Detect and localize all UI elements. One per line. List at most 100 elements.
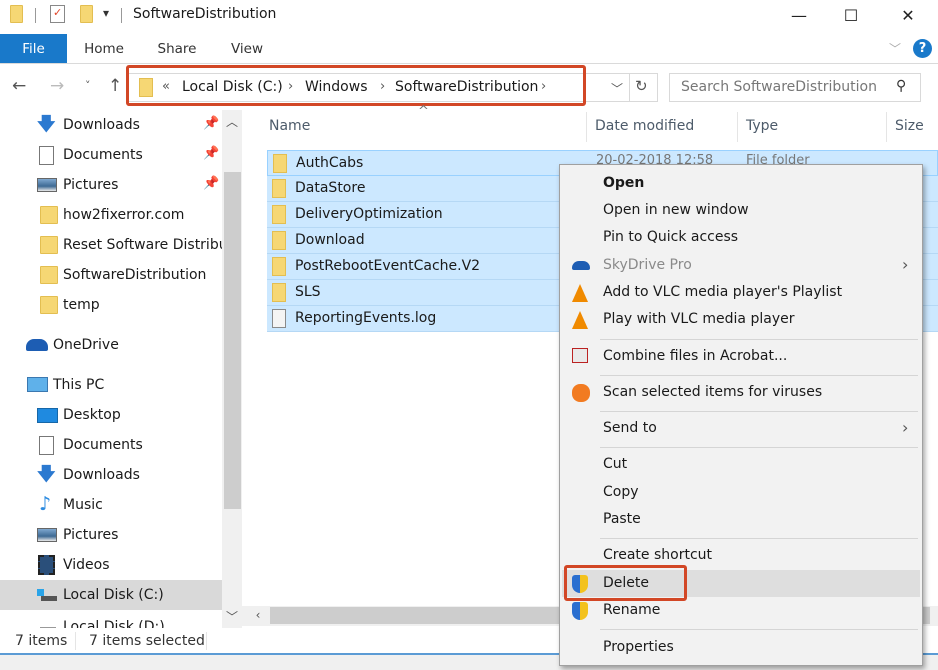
nav-label: OneDrive [53,337,119,353]
expand-ribbon-icon[interactable]: ﹀ [889,40,901,57]
address-dropdown-icon[interactable]: ﹀ [611,80,623,97]
search-placeholder: Search SoftwareDistribution [681,79,877,95]
divider [206,632,207,650]
nav-item-desktop[interactable]: Desktop [0,400,222,430]
download-arrow-icon: 🡇 [37,464,56,485]
tab-share[interactable]: Share [148,34,206,63]
menu-item-vlc-playlist[interactable]: Add to VLC media player's Playlist [562,279,920,306]
back-button[interactable]: ← [12,76,26,96]
documents-icon [39,436,54,455]
menu-label: Send to [603,420,657,436]
column-divider[interactable] [886,112,887,142]
avast-icon [572,384,590,402]
search-icon[interactable]: ⚲ [896,78,906,94]
folder-icon [272,205,286,224]
nav-item-downloads[interactable]: 🡇 Downloads 📌 [0,110,222,140]
close-button[interactable]: ✕ [885,0,931,30]
tab-home[interactable]: Home [76,34,132,63]
nav-item-documents[interactable]: Documents 📌 [0,140,222,170]
nav-label: SoftwareDistribution [63,267,207,283]
download-arrow-icon: 🡇 [37,114,56,135]
menu-item-rename[interactable]: Rename [562,597,920,624]
pin-icon[interactable]: 📌 [203,176,219,191]
nav-item-reset-software-distribution[interactable]: Reset Software Distribut [0,230,233,260]
folder-icon [272,179,286,198]
menu-separator [600,411,918,412]
menu-item-combine-acrobat[interactable]: Combine files in Acrobat... [562,343,920,370]
submenu-arrow-icon: › [902,255,909,274]
menu-item-send-to[interactable]: Send to › [562,415,920,442]
pin-icon[interactable]: 📌 [203,116,219,131]
folder-icon [40,236,58,254]
search-input[interactable]: Search SoftwareDistribution ⚲ [669,73,921,102]
nav-item-downloads-pc[interactable]: 🡇 Downloads [0,460,222,490]
menu-label: Copy [603,484,639,500]
pin-icon[interactable]: 📌 [203,146,219,161]
folder-icon [272,231,286,250]
menu-separator [600,375,918,376]
menu-item-scan-viruses[interactable]: Scan selected items for viruses [562,379,920,406]
nav-label: how2fixerror.com [63,207,185,223]
refresh-icon[interactable]: ↻ [635,77,648,95]
nav-item-onedrive[interactable]: OneDrive [0,330,222,360]
divider [629,74,630,101]
column-header-size[interactable]: Size [895,118,924,134]
nav-item-videos[interactable]: Videos [0,550,222,580]
column-header-name[interactable]: Name [269,118,310,134]
nav-item-pictures-pc[interactable]: Pictures [0,520,222,550]
menu-item-copy[interactable]: Copy [562,479,920,506]
window-title: SoftwareDistribution [133,6,277,22]
menu-label: Combine files in Acrobat... [603,348,788,364]
menu-item-skydrive-pro[interactable]: SkyDrive Pro › [562,252,920,279]
nav-label: Reset Software Distribut [63,237,234,253]
nav-item-temp[interactable]: temp [0,290,222,320]
nav-item-local-disk-d[interactable]: Local Disk (D:) [0,610,222,628]
menu-item-cut[interactable]: Cut [562,451,920,478]
column-header-type[interactable]: Type [746,118,778,134]
nav-item-this-pc[interactable]: This PC [0,370,222,400]
nav-label: Downloads [63,467,140,483]
new-folder-icon[interactable] [80,5,93,23]
forward-button[interactable]: → [50,76,64,96]
help-icon[interactable]: ? [913,39,932,58]
minimize-button[interactable]: — [776,0,822,30]
close-icon: ✕ [901,5,915,25]
nav-item-pictures[interactable]: Pictures 📌 [0,170,222,200]
column-divider[interactable] [586,112,587,142]
menu-item-paste[interactable]: Paste [562,506,920,533]
nav-item-softwaredistribution[interactable]: SoftwareDistribution [0,260,222,290]
menu-item-properties[interactable]: Properties [562,634,920,661]
menu-item-pin-quick-access[interactable]: Pin to Quick access [562,224,920,251]
menu-item-vlc-play[interactable]: Play with VLC media player [562,306,920,333]
nav-label: Music [63,497,103,513]
recent-locations-button[interactable]: ˅ [85,79,91,92]
scroll-up-arrow[interactable]: ︿ [222,113,242,130]
maximize-button[interactable]: ☐ [828,0,874,30]
menu-item-open[interactable]: Open [562,170,920,197]
nav-item-music[interactable]: ♪ Music [0,490,222,520]
file-name: SLS [295,284,321,300]
menu-item-open-new-window[interactable]: Open in new window [562,197,920,224]
nav-item-documents-pc[interactable]: Documents [0,430,222,460]
divider [121,8,122,23]
nav-label: Desktop [63,407,121,423]
scroll-down-arrow[interactable]: ﹀ [222,608,242,625]
submenu-arrow-icon: › [902,418,909,437]
up-button[interactable]: ↑ [108,76,122,96]
column-divider[interactable] [737,112,738,142]
item-count: 7 items [15,633,68,649]
tab-file[interactable]: File [0,34,67,63]
scroll-left-arrow[interactable]: ‹ [248,608,268,622]
nav-pane-scroll-thumb[interactable] [224,172,241,509]
properties-icon[interactable]: ✓ [50,5,65,23]
customize-quick-access-icon[interactable]: ▾ [103,6,109,20]
menu-label: SkyDrive Pro [603,257,692,273]
column-header-date-modified[interactable]: Date modified [595,118,694,134]
tab-view[interactable]: View [222,34,272,63]
nav-item-how2fixerror[interactable]: how2fixerror.com [0,200,222,230]
nav-item-local-disk-c[interactable]: Local Disk (C:) [0,580,222,610]
file-name: ReportingEvents.log [295,310,437,326]
file-name: AuthCabs [296,155,364,171]
folder-icon [273,154,287,173]
menu-label: Play with VLC media player [603,311,795,327]
